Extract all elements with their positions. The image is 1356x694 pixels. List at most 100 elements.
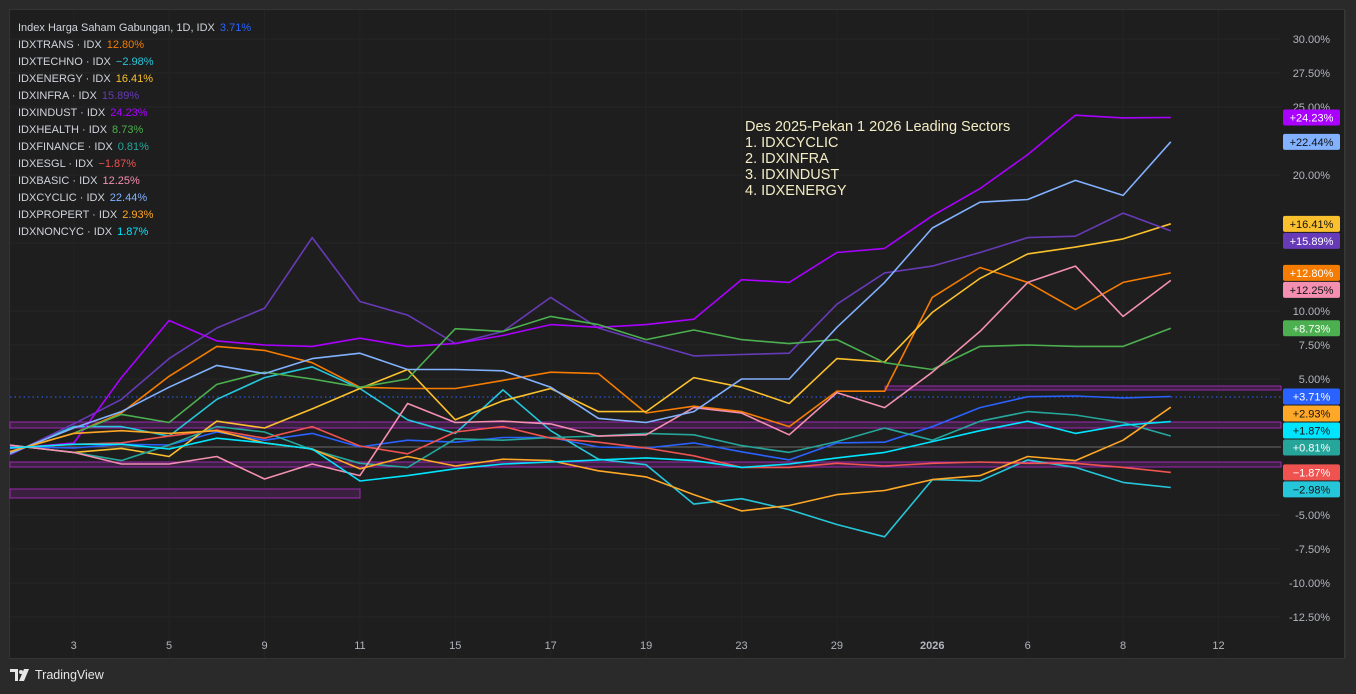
legend-value: 12.25% bbox=[102, 175, 140, 187]
last-value-tag: +15.89% bbox=[1283, 232, 1340, 249]
legend-value: 3.71% bbox=[219, 22, 252, 34]
y-tick-label: -12.50% bbox=[1289, 612, 1330, 624]
x-tick-label: 8 bbox=[1120, 640, 1126, 652]
legend-value: 2.93% bbox=[122, 209, 154, 221]
legend-value: −1.87% bbox=[98, 158, 137, 170]
legend-value: 0.81% bbox=[117, 141, 149, 153]
legend-item[interactable]: IDXINFRA · IDX 15.89% bbox=[18, 88, 251, 105]
legend-value: 22.44% bbox=[109, 192, 148, 204]
legend-label: IDXENERGY · IDX bbox=[18, 73, 111, 85]
legend-item[interactable]: IDXNONCYC · IDX 1.87% bbox=[18, 224, 251, 241]
y-tick-label: 30.00% bbox=[1293, 34, 1331, 46]
tag-label: +12.25% bbox=[1290, 285, 1334, 297]
legend-label: IDXPROPERT · IDX bbox=[18, 209, 118, 221]
last-value-tag: −1.87% bbox=[1283, 464, 1340, 481]
tag-label: +24.23% bbox=[1290, 112, 1334, 124]
x-tick-label: 5 bbox=[166, 640, 172, 652]
annotation-item: 3. IDXINDUST bbox=[745, 167, 840, 183]
legend-label: IDXFINANCE · IDX bbox=[18, 141, 113, 153]
y-tick-label: 27.50% bbox=[1293, 68, 1331, 80]
legend-value: −2.98% bbox=[115, 56, 154, 68]
y-tick-label: 5.00% bbox=[1299, 374, 1330, 386]
tag-label: +1.87% bbox=[1293, 426, 1331, 438]
legend-label: IDXBASIC · IDX bbox=[18, 175, 98, 187]
x-axis: 3 5 9 11 15 17 19 23 29 2026 6 8 12 bbox=[71, 640, 1225, 652]
legend-label: IDXHEALTH · IDX bbox=[18, 124, 108, 136]
last-value-tag: +1.87% bbox=[1283, 422, 1340, 439]
x-tick-label: 29 bbox=[831, 640, 843, 652]
x-tick-label: 17 bbox=[545, 640, 557, 652]
y-tick-label: -10.00% bbox=[1289, 578, 1330, 590]
y-tick-label: 7.50% bbox=[1299, 340, 1330, 352]
y-tick-label: 20.00% bbox=[1293, 170, 1331, 182]
legend-item[interactable]: IDXENERGY · IDX 16.41% bbox=[18, 71, 251, 88]
annotation-title: Des 2025-Pekan 1 2026 Leading Sectors bbox=[745, 119, 1011, 135]
legend: Index Harga Saham Gabungan, 1D, IDX 3.71%… bbox=[18, 20, 251, 241]
tag-label: −1.87% bbox=[1293, 467, 1331, 479]
last-value-tag: +12.80% bbox=[1283, 264, 1340, 281]
series-line-idxtechno[interactable] bbox=[9, 365, 1171, 538]
legend-item[interactable]: IDXINDUST · IDX 24.23% bbox=[18, 105, 251, 122]
tag-label: +12.80% bbox=[1290, 268, 1334, 280]
series-line-idxhealth[interactable] bbox=[9, 315, 1172, 453]
last-value-tag: +12.25% bbox=[1283, 281, 1340, 298]
tradingview-logo-icon bbox=[10, 669, 29, 681]
legend-label: IDXINFRA · IDX bbox=[18, 90, 97, 102]
horizontal-zone-drawing[interactable] bbox=[884, 385, 1282, 391]
legend-label: IDXTECHNO · IDX bbox=[18, 56, 111, 68]
last-value-tag: +8.73% bbox=[1283, 320, 1340, 337]
x-tick-label: 12 bbox=[1212, 640, 1224, 652]
y-tick-label: -5.00% bbox=[1295, 510, 1330, 522]
legend-value: 15.89% bbox=[101, 90, 140, 102]
x-tick-label: 2026 bbox=[920, 640, 944, 652]
rectangle-drawing[interactable] bbox=[9, 488, 361, 499]
legend-item[interactable]: IDXFINANCE · IDX 0.81% bbox=[18, 139, 251, 156]
tag-label: +15.89% bbox=[1290, 236, 1334, 248]
legend-value: 1.87% bbox=[117, 226, 149, 238]
x-tick-label: 9 bbox=[261, 640, 267, 652]
last-value-tag: +2.93% bbox=[1283, 405, 1340, 422]
x-tick-label: 11 bbox=[354, 640, 365, 652]
legend-item[interactable]: IDXESGL · IDX −1.87% bbox=[18, 156, 251, 173]
tag-label: −2.98% bbox=[1293, 484, 1331, 496]
legend-item[interactable]: IDXHEALTH · IDX 8.73% bbox=[18, 122, 251, 139]
legend-value: 16.41% bbox=[115, 73, 154, 85]
legend-label: IDXINDUST · IDX bbox=[18, 107, 106, 119]
brand-name: TradingView bbox=[35, 668, 104, 682]
tag-label: +8.73% bbox=[1293, 323, 1331, 335]
tag-label: +0.81% bbox=[1293, 443, 1331, 455]
legend-item[interactable]: IDXPROPERT · IDX 2.93% bbox=[18, 207, 251, 224]
legend-label: IDXTRANS · IDX bbox=[18, 39, 102, 51]
x-tick-label: 23 bbox=[735, 640, 747, 652]
last-value-tag: +0.81% bbox=[1283, 439, 1340, 456]
legend-item[interactable]: IDXTRANS · IDX 12.80% bbox=[18, 37, 251, 54]
last-value-tag: +3.71% bbox=[1283, 388, 1340, 405]
legend-value: 24.23% bbox=[110, 107, 148, 119]
legend-item[interactable]: IDXTECHNO · IDX −2.98% bbox=[18, 54, 251, 71]
series-line-idxfinance[interactable] bbox=[9, 410, 1172, 469]
legend-label: IDXCYCLIC · IDX bbox=[18, 192, 105, 204]
tag-label: +2.93% bbox=[1293, 409, 1331, 421]
legend-item[interactable]: IDXBASIC · IDX 12.25% bbox=[18, 173, 251, 190]
legend-label: IDXNONCYC · IDX bbox=[18, 226, 113, 238]
annotation-item: 2. IDXINFRA bbox=[745, 151, 829, 167]
x-tick-label: 3 bbox=[71, 640, 77, 652]
last-value-tags: +24.23% +22.44% +16.41% +15.89% +12.80% +12.2… bbox=[1283, 109, 1340, 498]
tag-label: +22.44% bbox=[1290, 137, 1334, 149]
last-value-tag: +22.44% bbox=[1283, 133, 1340, 150]
annotation-item: 1. IDXCYCLIC bbox=[745, 135, 839, 151]
legend-value: 8.73% bbox=[112, 124, 144, 136]
legend-item[interactable]: IDXCYCLIC · IDX 22.44% bbox=[18, 190, 251, 207]
legend-item[interactable]: Index Harga Saham Gabungan, 1D, IDX 3.71% bbox=[18, 20, 251, 37]
tag-label: +16.41% bbox=[1290, 219, 1334, 231]
series-line-idxnoncyc[interactable] bbox=[9, 420, 1171, 482]
annotation-text[interactable]: Des 2025-Pekan 1 2026 Leading Sectors 1.… bbox=[745, 119, 1010, 199]
tradingview-logo[interactable]: TradingView bbox=[10, 668, 104, 682]
tag-label: +3.71% bbox=[1293, 392, 1331, 404]
last-value-tag: +24.23% bbox=[1283, 109, 1340, 126]
legend-label: IDXESGL · IDX bbox=[18, 158, 94, 170]
y-tick-label: 10.00% bbox=[1293, 306, 1331, 318]
x-tick-label: 19 bbox=[640, 640, 652, 652]
legend-value: 12.80% bbox=[106, 39, 145, 51]
legend-label: Index Harga Saham Gabungan, 1D, IDX bbox=[18, 22, 215, 34]
